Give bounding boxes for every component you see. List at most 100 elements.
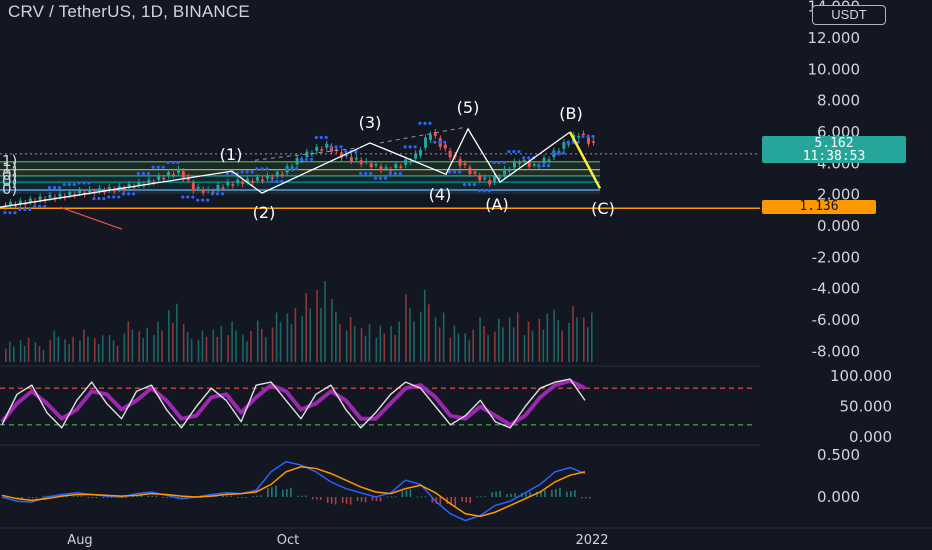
candle [547,159,551,161]
candle [592,141,595,143]
candle [488,180,492,185]
volume-bar [587,327,589,362]
candle [320,149,324,151]
sar-dot [280,179,284,183]
sar-dot [364,171,368,176]
sar-dot [196,198,200,202]
volume-bar [438,327,441,362]
sar-dot [161,165,165,169]
candle [147,179,151,184]
sar-dot [344,149,348,154]
wave-label: (A) [485,195,508,214]
chart-canvas[interactable]: 14.00012.00010.0008.0006.0004.0002.0000.… [0,0,932,550]
sar-dot [443,140,447,144]
stoch-axis-tick-label: 50.000 [840,398,893,416]
sar-dot [121,192,126,196]
candle [443,144,447,149]
candle [172,174,176,176]
macd-histogram-bar [304,495,307,497]
macd-histogram-bar [330,497,333,504]
sar-dot [181,195,185,199]
macd-histogram-bar [544,490,546,497]
volume-bar [87,336,89,362]
sar-dot [413,145,417,149]
sar-dot [156,165,160,169]
volume-bar [9,341,11,362]
macd-histogram-bar [454,497,457,507]
sar-dot [492,160,496,165]
candle [582,133,585,136]
macd-histogram-bar [371,497,374,501]
candle [448,150,452,158]
macd-histogram-bar [35,497,38,499]
volume-bar [294,308,297,362]
currency-button[interactable]: USDT [812,5,886,25]
candle [423,137,427,148]
macd-histogram-bar [510,493,512,497]
volume-bar [390,326,392,362]
stoch-d-line [0,378,586,427]
candle [196,187,200,189]
sar-dot [176,160,180,165]
sar-dot [566,140,570,144]
volume-bar [576,317,578,362]
sar-dot [561,151,565,155]
volume-bar [5,348,7,362]
macd-histogram-bar [226,495,228,497]
sar-dot [255,167,259,171]
volume-bar [487,335,489,362]
y-axis-tick-label: -4.000 [812,280,860,298]
stoch-axis-tick-label: 0.000 [849,428,892,446]
candle [409,160,413,163]
sar-dot [131,192,136,196]
macd-histogram-bar [300,495,303,497]
sar-dot [383,176,388,180]
volume-bar [572,306,574,362]
candle [216,185,220,190]
x-axis-tick-label: 2022 [575,533,608,548]
volume-bar [379,325,382,362]
macd-histogram-bar [267,488,269,497]
volume-bar [116,345,119,362]
sar-dot [52,186,57,190]
macd-histogram-bar [91,497,94,498]
candle [78,190,82,194]
sar-dot [536,164,541,168]
sar-dot [57,186,62,190]
macd-histogram-bar [394,496,397,498]
wave-label: (C) [591,199,615,218]
volume-bar [168,310,170,362]
sar-dot [92,196,96,201]
volume-bar [427,304,430,362]
candle [577,135,581,138]
sar-dot [18,207,22,212]
trend-line [59,206,123,230]
macd-histogram-bar [499,490,501,497]
wave-label: (5) [457,98,480,117]
sar-dot [502,160,506,165]
sar-dot [334,145,338,149]
macd-histogram-bar [76,495,79,497]
volume-bar [502,327,504,362]
volume-bar [197,339,200,362]
candle [379,166,383,171]
volume-bar [127,321,130,362]
volume-bar [383,333,386,362]
volume-bar [64,339,66,362]
candle [88,189,92,193]
sar-dot [418,121,422,125]
volume-bar [364,335,367,362]
candle [9,202,12,205]
macd-histogram-bar [166,497,169,498]
volume-bar [286,313,289,362]
macd-histogram-bar [506,494,508,497]
sar-dot [8,211,12,215]
macd-histogram-bar [360,497,363,502]
macd-histogram-bar [282,489,284,497]
low-price-tag: 1.136 [762,200,876,214]
volume-bar [464,333,467,362]
sar-dot [309,157,314,162]
volume-bar [498,318,500,362]
volume-bar [72,336,74,362]
sar-dot [151,165,155,169]
